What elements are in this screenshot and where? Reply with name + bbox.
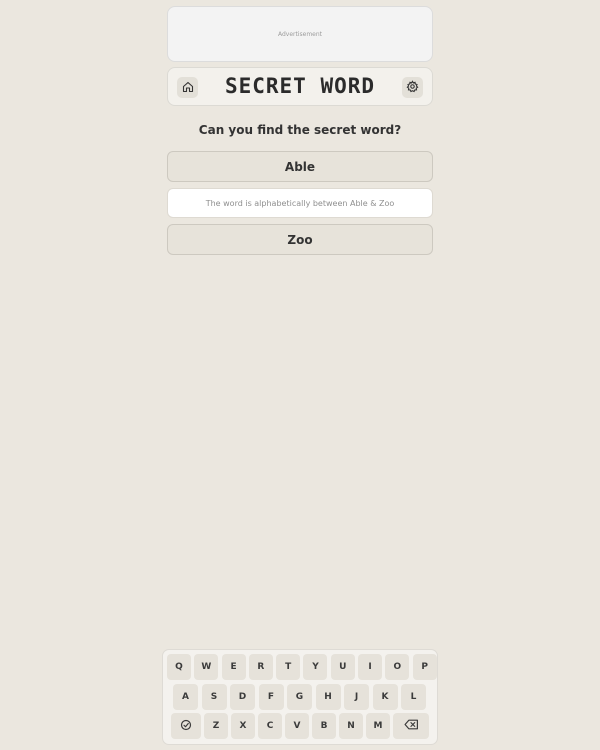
key-o[interactable]: O [385,654,410,680]
key-m[interactable]: M [366,713,390,739]
gear-icon [406,78,419,97]
keyboard-row-2: A S D F G H J K L [173,684,430,710]
key-d[interactable]: D [230,684,255,710]
key-j[interactable]: J [344,684,369,710]
key-e[interactable]: E [221,654,246,680]
page-title: SECRET WORD [224,74,376,98]
key-h[interactable]: H [315,684,341,710]
hint-text: The word is alphabetically between Able … [205,198,395,208]
key-v[interactable]: V [285,713,309,739]
key-s[interactable]: S [201,684,227,710]
key-u[interactable]: U [330,654,355,680]
key-y[interactable]: Y [303,654,328,680]
enter-key[interactable] [171,713,201,739]
keyboard-row-3: Z X C V B N M [171,713,432,739]
key-a[interactable]: A [173,684,198,710]
lower-bound-word: Zoo [167,224,433,255]
key-n[interactable]: N [339,713,363,739]
key-c[interactable]: C [258,713,282,739]
keyboard-row-1: Q W E R T Y U I O P [167,654,440,680]
backspace-key[interactable] [393,713,429,739]
check-circle-icon [180,719,192,734]
key-f[interactable]: F [258,684,284,710]
header-bar: SECRET WORD [167,67,433,106]
upper-bound-label: Able [284,159,316,174]
backspace-icon [403,719,419,733]
key-l[interactable]: L [401,684,426,710]
key-k[interactable]: K [372,684,398,710]
key-x[interactable]: X [231,713,255,739]
key-b[interactable]: B [312,713,336,739]
upper-bound-word: Able [167,151,433,182]
ad-label: Advertisement [277,30,323,38]
key-p[interactable]: P [412,654,437,680]
key-g[interactable]: G [287,684,312,710]
key-t[interactable]: T [276,654,301,680]
key-w[interactable]: W [194,654,219,680]
key-r[interactable]: R [248,654,273,680]
key-z[interactable]: Z [204,713,228,739]
hint-box: The word is alphabetically between Able … [167,188,433,218]
advertisement-banner[interactable]: Advertisement [167,6,433,62]
lower-bound-label: Zoo [287,232,313,247]
key-i[interactable]: I [358,654,383,680]
key-q[interactable]: Q [167,654,191,680]
settings-button[interactable] [402,77,423,98]
on-screen-keyboard: Q W E R T Y U I O P A S D F G H J K L Z … [162,649,438,745]
question-text: Can you find the secret word? [198,123,402,137]
